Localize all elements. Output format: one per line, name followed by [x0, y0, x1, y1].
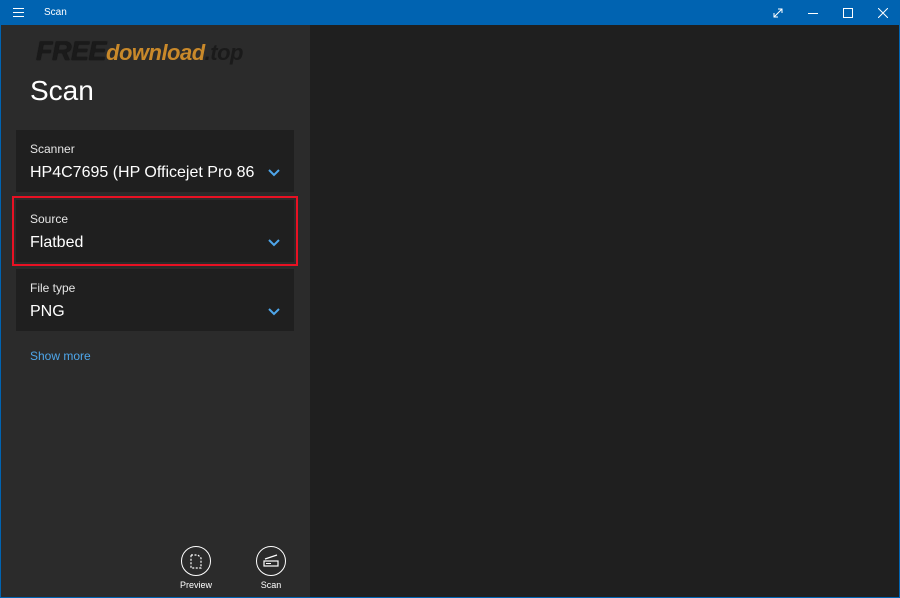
- watermark-logo: FREEdownload.top: [36, 36, 244, 66]
- hamburger-icon: [12, 8, 24, 17]
- window-border-left: [0, 25, 1, 598]
- maximize-icon: [842, 7, 853, 18]
- source-label: Source: [30, 212, 69, 226]
- scanner-dropdown[interactable]: Scanner HP4C7695 (HP Officejet Pro 8620: [16, 130, 294, 192]
- chevron-down-icon: [268, 308, 280, 316]
- source-value: Flatbed: [30, 234, 84, 251]
- minimize-button[interactable]: [795, 0, 830, 25]
- scan-icon-circle: [256, 546, 286, 576]
- preview-button[interactable]: Preview: [171, 546, 221, 590]
- minimize-icon: [807, 12, 818, 14]
- preview-area: [310, 25, 899, 597]
- fullscreen-button[interactable]: [760, 0, 795, 25]
- file-type-label: File type: [30, 281, 76, 295]
- window-controls: [760, 0, 900, 25]
- chevron-down-icon: [268, 239, 280, 247]
- close-button[interactable]: [865, 0, 900, 25]
- preview-label: Preview: [179, 580, 212, 590]
- scanner-label: Scanner: [30, 142, 75, 156]
- file-type-value: PNG: [30, 303, 65, 320]
- title-bar: Scan: [0, 0, 900, 25]
- page-title: Scan: [30, 75, 94, 106]
- fullscreen-icon: [773, 8, 782, 17]
- maximize-button[interactable]: [830, 0, 865, 25]
- scanner-icon: [263, 554, 279, 567]
- scan-label: Scan: [260, 580, 282, 590]
- close-icon: [877, 7, 888, 18]
- hamburger-menu-button[interactable]: [0, 0, 36, 25]
- preview-icon: [190, 553, 202, 569]
- preview-icon-circle: [181, 546, 211, 576]
- file-type-dropdown[interactable]: File type PNG: [16, 269, 294, 331]
- show-more-link[interactable]: Show more: [30, 349, 91, 363]
- scan-button[interactable]: Scan: [246, 546, 296, 590]
- source-dropdown[interactable]: Source Flatbed: [12, 196, 298, 266]
- window-title: Scan: [44, 7, 67, 18]
- chevron-down-icon: [268, 169, 280, 177]
- scanner-value: HP4C7695 (HP Officejet Pro 8620: [30, 164, 254, 181]
